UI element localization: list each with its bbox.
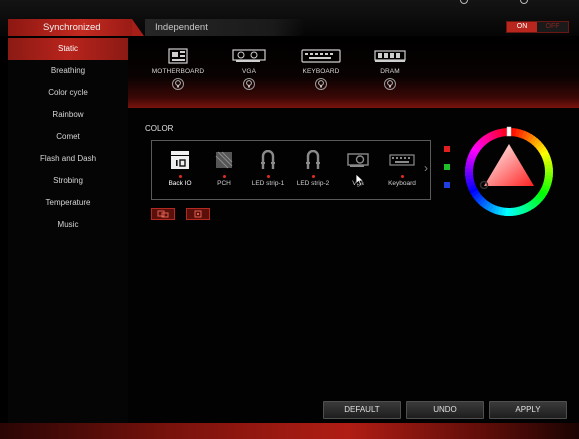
apply-to-all-button[interactable] (151, 208, 175, 220)
keyboard-icon (382, 149, 422, 171)
device-label: KEYBOARD (302, 68, 340, 75)
zone-led-strip-1[interactable]: LED strip-1 (248, 149, 288, 188)
tab-independent[interactable]: Independent (145, 19, 305, 36)
zone-led-strip-2[interactable]: LED strip-2 (293, 149, 333, 188)
device-label: MOTHERBOARD (151, 68, 205, 75)
default-button[interactable]: DEFAULT (323, 401, 401, 419)
device-label: VGA (241, 68, 257, 75)
sidebar-item-color-cycle[interactable]: Color cycle (8, 82, 128, 104)
zone-label: Back IO (168, 180, 192, 187)
main-panel: COLOR Back IO PCH LED strip-1 LED strip-… (128, 108, 579, 439)
pch-icon (204, 149, 244, 171)
dram-icon (360, 48, 420, 64)
effect-sidebar: Static Breathing Color cycle Rainbow Com… (8, 38, 128, 430)
zone-pch[interactable]: PCH (204, 149, 244, 188)
device-strip: MOTHERBOARD VGA KEYBOARD DRAM (128, 38, 579, 108)
bulb-icon (243, 78, 255, 90)
chevron-right-icon[interactable]: › (424, 161, 428, 175)
zone-indicator (178, 175, 182, 178)
reset-zone-button[interactable] (186, 208, 210, 220)
led-strip-icon (293, 149, 333, 171)
device-dram[interactable]: DRAM (360, 48, 420, 90)
hue-handle[interactable] (506, 126, 512, 137)
zone-back-io[interactable]: Back IO (160, 149, 200, 188)
motherboard-icon (148, 48, 208, 64)
red-swatch[interactable] (444, 146, 450, 152)
sidebar-item-static[interactable]: Static (8, 38, 128, 60)
bulb-icon (172, 78, 184, 90)
zone-indicator (222, 175, 226, 178)
mouse-cursor-icon (355, 173, 365, 187)
tab-synchronized[interactable]: Synchronized (8, 19, 144, 36)
zone-label: Keyboard (388, 180, 416, 187)
square-icon (194, 210, 202, 218)
saturation-triangle[interactable] (484, 144, 534, 186)
zone-indicator (400, 175, 404, 178)
window-mark-icon (460, 0, 468, 4)
window-mark-icon (520, 0, 528, 4)
device-vga[interactable]: VGA (219, 48, 279, 90)
color-wheel[interactable] (462, 125, 556, 219)
sidebar-item-rainbow[interactable]: Rainbow (8, 104, 128, 126)
zone-label: LED strip-1 (251, 180, 285, 187)
device-label: DRAM (380, 68, 400, 75)
green-swatch[interactable] (444, 164, 450, 170)
zone-keyboard[interactable]: Keyboard (382, 149, 422, 188)
vga-icon (219, 48, 279, 64)
sidebar-item-breathing[interactable]: Breathing (8, 60, 128, 82)
sidebar-item-music[interactable]: Music (8, 214, 128, 236)
vga-card-icon (338, 149, 378, 171)
toggle-off-label: OFF (537, 22, 568, 32)
led-power-toggle[interactable]: ON OFF (506, 21, 569, 33)
device-motherboard[interactable]: MOTHERBOARD (148, 48, 208, 90)
top-bar: Synchronized Independent ON OFF (0, 0, 579, 36)
keyboard-icon (291, 48, 351, 64)
copy-icon (157, 210, 169, 218)
zone-indicator (266, 175, 270, 178)
undo-button[interactable]: UNDO (406, 401, 484, 419)
toggle-on-label: ON (507, 22, 537, 32)
sidebar-item-comet[interactable]: Comet (8, 126, 128, 148)
bulb-icon (384, 78, 396, 90)
back-io-icon (160, 149, 200, 171)
zone-selector: Back IO PCH LED strip-1 LED strip-2 Vga … (151, 140, 431, 200)
bottom-glow-decoration (0, 423, 579, 439)
zone-label: PCH (217, 180, 231, 187)
blue-swatch[interactable] (444, 182, 450, 188)
device-keyboard[interactable]: KEYBOARD (291, 48, 351, 90)
zone-label: LED strip-2 (296, 180, 330, 187)
bulb-icon (315, 78, 327, 90)
sidebar-item-temperature[interactable]: Temperature (8, 192, 128, 214)
apply-button[interactable]: APPLY (489, 401, 567, 419)
sidebar-item-flash-and-dash[interactable]: Flash and Dash (8, 148, 128, 170)
color-section-title: COLOR (145, 124, 174, 133)
sidebar-item-strobing[interactable]: Strobing (8, 170, 128, 192)
zone-indicator (311, 175, 315, 178)
led-strip-icon (248, 149, 288, 171)
